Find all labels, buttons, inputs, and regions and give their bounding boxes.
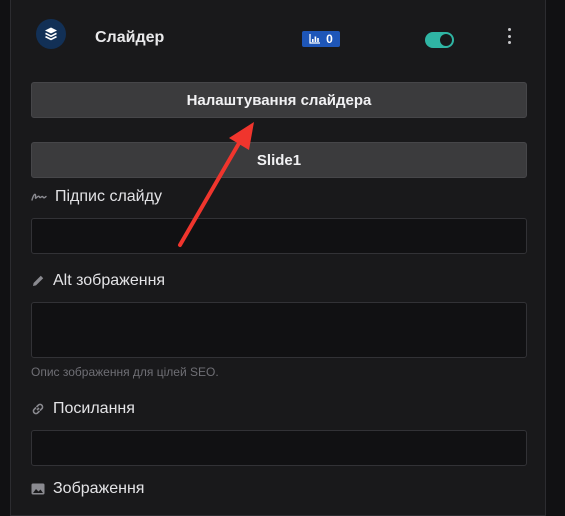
- slider-settings-button[interactable]: Налаштування слайдера: [31, 82, 527, 118]
- alt-input[interactable]: [31, 302, 527, 358]
- caption-label: Підпис слайду: [55, 188, 162, 205]
- stats-badge[interactable]: 0: [302, 31, 340, 47]
- slide1-button[interactable]: Slide1: [31, 142, 527, 178]
- image-label-row: Зображення: [31, 480, 144, 498]
- link-label-row: Посилання: [31, 400, 135, 418]
- alt-hint: Опис зображення для цілей SEO.: [31, 365, 219, 379]
- vertical-dots-icon[interactable]: [503, 28, 515, 44]
- stats-count: 0: [326, 32, 333, 46]
- layers-icon[interactable]: [36, 19, 66, 49]
- alt-label-row: Alt зображення: [31, 272, 165, 290]
- link-label: Посилання: [53, 400, 135, 417]
- caption-input[interactable]: [31, 218, 527, 254]
- link-icon: [32, 403, 44, 415]
- block-title: Слайдер: [95, 29, 165, 46]
- toggle-knob: [440, 34, 452, 46]
- image-label: Зображення: [53, 480, 145, 497]
- pencil-icon: [33, 275, 44, 286]
- visibility-toggle[interactable]: [425, 32, 454, 48]
- alt-label: Alt зображення: [53, 272, 166, 289]
- bar-chart-icon: [309, 34, 321, 44]
- link-input[interactable]: [31, 430, 527, 466]
- image-icon: [31, 483, 45, 495]
- block-header: Слайдер 0: [11, 0, 545, 81]
- signature-icon: [31, 193, 47, 201]
- slider-block-panel: Слайдер 0 Налаштування слайдера Slide1 П…: [10, 0, 546, 516]
- caption-label-row: Підпис слайду: [31, 188, 162, 206]
